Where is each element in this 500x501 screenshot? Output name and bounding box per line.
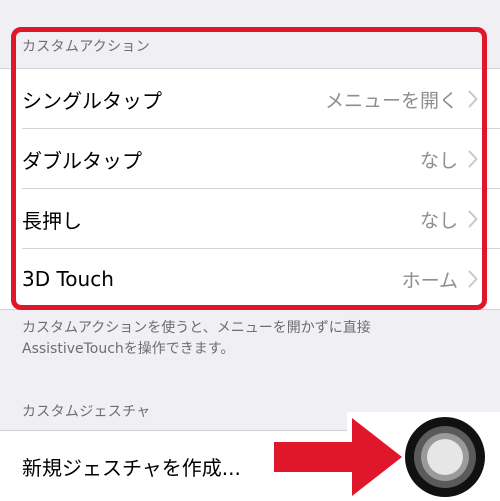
double-tap-label: ダブルタップ [22, 148, 142, 173]
chevron-right-icon [468, 150, 478, 168]
assistive-touch-icon[interactable] [405, 417, 485, 497]
custom-actions-footer: カスタムアクションを使うと、メニューを開かずに直接 AssistiveTouch… [22, 318, 482, 360]
custom-actions-header: カスタムアクション [22, 39, 150, 55]
assistive-touch-outer-ring [414, 426, 476, 488]
3d-touch-row[interactable]: 3D Touch ホーム [22, 249, 500, 309]
3d-touch-value: ホーム [401, 269, 458, 292]
assistive-touch-inner-ring [427, 439, 463, 475]
double-tap-row[interactable]: ダブルタップ なし [22, 129, 500, 189]
custom-gestures-header: カスタムジェスチャ [22, 404, 151, 420]
chevron-right-icon [468, 270, 478, 288]
long-press-row[interactable]: 長押し なし [22, 189, 500, 249]
double-tap-value: なし [419, 149, 458, 172]
custom-actions-list: シングルタップ メニューを開く ダブルタップ なし 長押し なし 3D Touc… [0, 68, 500, 310]
chevron-right-icon [468, 90, 478, 108]
footer-line-2: AssistiveTouchを操作できます。 [22, 341, 235, 357]
create-gesture-button[interactable]: 新規ジェスチャを作成... [22, 431, 241, 501]
single-tap-value: メニューを開く [324, 89, 458, 112]
footer-line-1: カスタムアクションを使うと、メニューを開かずに直接 [22, 320, 371, 336]
single-tap-row[interactable]: シングルタップ メニューを開く [22, 69, 500, 129]
long-press-label: 長押し [22, 208, 82, 233]
chevron-right-icon [468, 210, 478, 228]
3d-touch-label: 3D Touch [22, 267, 114, 291]
assistive-touch-middle-ring [421, 433, 469, 481]
red-arrow-icon [274, 418, 402, 496]
single-tap-label: シングルタップ [22, 88, 162, 113]
long-press-value: なし [419, 209, 458, 232]
